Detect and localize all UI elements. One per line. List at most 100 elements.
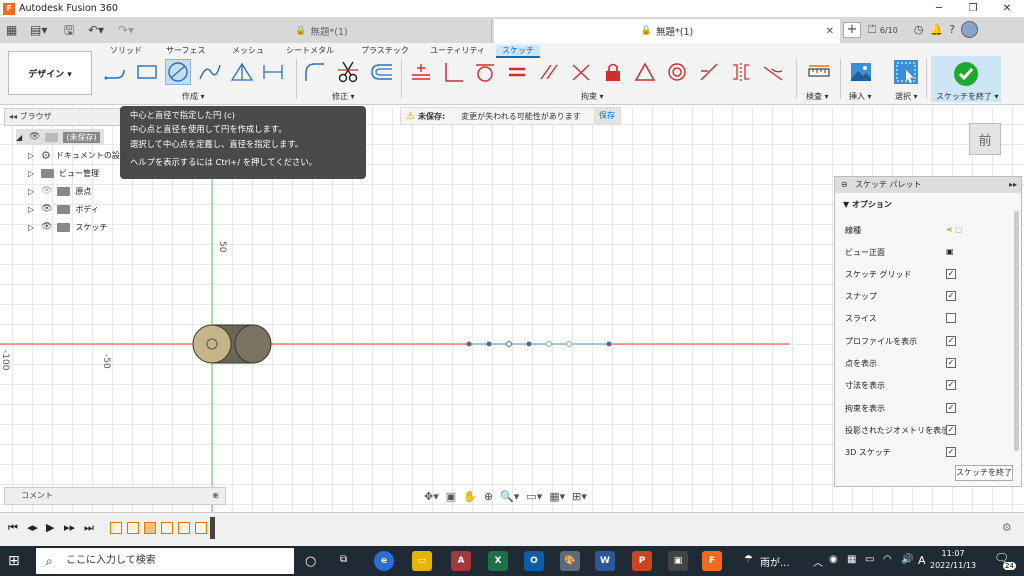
redo-icon[interactable]: ↷▾ xyxy=(118,21,134,39)
tab-mesh[interactable]: メッシュ xyxy=(232,45,264,56)
timeline-extrude-item[interactable] xyxy=(144,522,156,534)
eye-icon[interactable]: 👁 xyxy=(41,222,52,232)
timeline-sketch-item[interactable] xyxy=(195,522,207,534)
tab-sketch[interactable]: スケッチ xyxy=(496,45,540,58)
select-tool[interactable] xyxy=(893,59,919,85)
browser-item-sketches[interactable]: ▷ 👁 スケッチ xyxy=(28,219,107,235)
wifi-icon[interactable]: ◠ xyxy=(883,554,892,565)
collinear-constraint[interactable] xyxy=(568,59,594,85)
play-icon[interactable]: ▶ xyxy=(46,521,54,534)
palette-expand-icon[interactable]: ▸▸ xyxy=(1009,177,1017,193)
fit-zoom-icon[interactable]: 🔍▾ xyxy=(500,490,519,503)
browser-item-origin[interactable]: ▷ 👁 原点 xyxy=(28,183,91,199)
help-icon[interactable]: ? xyxy=(949,23,955,36)
word-icon[interactable]: W xyxy=(595,551,615,571)
3d-sketch-checkbox[interactable]: ✓ xyxy=(946,447,956,457)
close-tab-icon[interactable]: ✕ xyxy=(826,26,834,37)
save-icon[interactable]: 🖫 xyxy=(64,21,74,39)
collapse-icon[interactable]: ◂◂ xyxy=(9,112,17,121)
expand-icon[interactable]: ▷ xyxy=(28,187,36,196)
viewcube[interactable]: 前 xyxy=(969,123,1001,155)
sketch-grid-checkbox[interactable]: ✓ xyxy=(946,269,956,279)
tray-expand-icon[interactable]: ︿ xyxy=(813,554,823,569)
tab-plastic[interactable]: プラスチック xyxy=(361,45,409,56)
modify-group-label[interactable]: 修正 ▾ xyxy=(332,91,355,102)
cortana-icon[interactable]: ○ xyxy=(305,554,316,569)
fusion-taskbar-icon[interactable]: F xyxy=(702,551,722,571)
options-section-header[interactable]: ▼ オプション xyxy=(835,193,1021,210)
polygon-tool[interactable] xyxy=(229,59,255,85)
show-points-checkbox[interactable]: ✓ xyxy=(946,358,956,368)
horizontal-vertical-constraint[interactable] xyxy=(696,59,722,85)
eye-hidden-icon[interactable]: 👁 xyxy=(41,186,52,196)
undo-icon[interactable]: ↶▾ xyxy=(88,21,104,39)
parallel-constraint[interactable] xyxy=(536,59,562,85)
comments-panel[interactable]: コメント ⊕ xyxy=(4,487,226,505)
expand-icon[interactable]: ▷ xyxy=(28,151,36,160)
slice-checkbox[interactable] xyxy=(946,313,956,323)
inspect-group-label[interactable]: 検査 ▾ xyxy=(806,91,829,102)
job-status-icon[interactable]: ⏍ 6/10 xyxy=(868,23,898,37)
timeline-settings-gear-icon[interactable]: ⚙ xyxy=(1002,521,1012,534)
orbit-icon[interactable]: ✥▾ xyxy=(424,490,439,503)
weather-icon[interactable]: ☂ xyxy=(744,554,753,565)
tab-surface[interactable]: サーフェス xyxy=(166,45,206,56)
line-tool[interactable] xyxy=(103,59,129,85)
go-to-start-icon[interactable]: ⏮ xyxy=(8,521,18,535)
generic-app-icon[interactable]: ▣ xyxy=(668,551,688,571)
perpendicular-constraint[interactable] xyxy=(440,59,466,85)
expand-icon[interactable]: ▷ xyxy=(28,205,36,214)
access-icon[interactable]: A xyxy=(451,551,471,571)
midpoint-constraint[interactable] xyxy=(632,59,658,85)
eye-icon[interactable]: 👁 xyxy=(29,132,40,142)
windows-start-icon[interactable]: ⊞ xyxy=(8,553,20,569)
grid-settings-icon[interactable]: ▦▾ xyxy=(549,490,565,503)
symmetry-constraint[interactable] xyxy=(728,59,754,85)
palette-finish-sketch-button[interactable]: スケッチを終了 xyxy=(955,465,1013,481)
curvature-constraint[interactable] xyxy=(760,59,786,85)
insert-group-label[interactable]: 挿入 ▾ xyxy=(849,91,872,102)
add-comment-icon[interactable]: ⊕ xyxy=(212,488,219,504)
close-window-button[interactable]: ✕ xyxy=(990,0,1024,17)
fillet-tool[interactable] xyxy=(302,59,328,85)
tab-utility[interactable]: ユーティリティ xyxy=(430,45,485,56)
look-at-nav-icon[interactable]: ▣ xyxy=(446,490,456,503)
circle-tool[interactable] xyxy=(165,59,191,85)
trim-tool[interactable] xyxy=(335,59,361,85)
ime-indicator[interactable]: A xyxy=(918,554,926,567)
timeline-marker[interactable] xyxy=(210,517,215,539)
volume-icon[interactable]: 🔊 xyxy=(901,554,913,565)
tab-document-1[interactable]: 🔒 無題*(1) xyxy=(152,19,492,43)
expand-icon[interactable]: ◢ xyxy=(16,133,24,142)
timeline-sketch-item[interactable] xyxy=(161,522,173,534)
timeline-sketch-item[interactable] xyxy=(178,522,190,534)
minimize-button[interactable]: ─ xyxy=(922,0,956,17)
expand-icon[interactable]: ▷ xyxy=(28,223,36,232)
zoom-icon[interactable]: ⊕ xyxy=(484,490,493,503)
equal-constraint[interactable] xyxy=(504,59,530,85)
show-constraints-checkbox[interactable]: ✓ xyxy=(946,403,956,413)
measure-tool[interactable] xyxy=(806,59,832,85)
step-forward-icon[interactable]: ▸▸ xyxy=(64,521,75,534)
finish-sketch-label[interactable]: スケッチを終了 ▾ xyxy=(936,91,999,102)
timeline-sketch-item[interactable] xyxy=(127,522,139,534)
go-to-end-icon[interactable]: ⏭ xyxy=(84,521,94,535)
timeline-sketch-item[interactable] xyxy=(110,522,122,534)
battery-icon[interactable]: ▭ xyxy=(865,554,874,565)
coincident-constraint[interactable] xyxy=(408,59,434,85)
viewcube-front-face[interactable]: 前 xyxy=(978,130,991,149)
look-at-icon[interactable]: ▣ xyxy=(946,247,954,256)
tab-solid[interactable]: ソリッド xyxy=(110,45,142,56)
new-tab-button[interactable]: + xyxy=(843,22,861,38)
show-projected-checkbox[interactable]: ✓ xyxy=(946,425,956,435)
clock-icon[interactable]: ◷ xyxy=(914,23,924,36)
tangent-constraint[interactable] xyxy=(472,59,498,85)
snap-checkbox[interactable]: ✓ xyxy=(946,291,956,301)
taskbar-search-input[interactable]: ⌕ ここに入力して検索 xyxy=(36,548,294,574)
browser-item-bodies[interactable]: ▷ 👁 ボディ xyxy=(28,201,99,217)
select-group-label[interactable]: 選択 ▾ xyxy=(895,91,918,102)
expand-icon[interactable]: ▷ xyxy=(28,169,36,178)
arc-tool[interactable] xyxy=(197,59,223,85)
pan-hand-icon[interactable]: ✋ xyxy=(463,490,477,503)
create-group-label[interactable]: 作成 ▾ xyxy=(182,91,205,102)
